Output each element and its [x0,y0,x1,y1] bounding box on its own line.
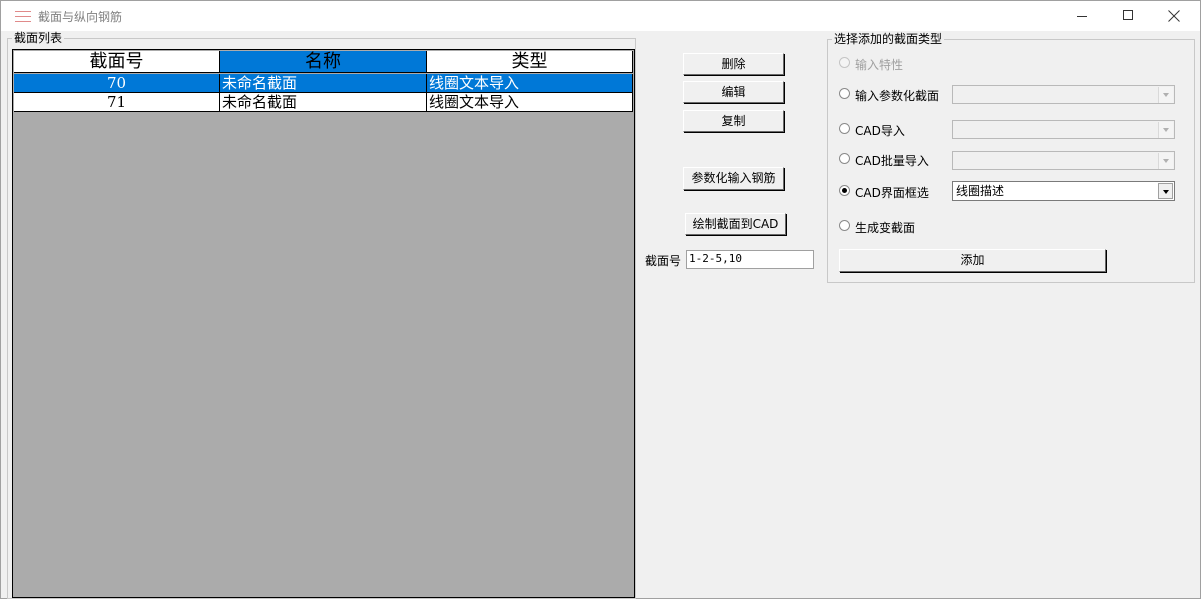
cell-section-type: 线圈文本导入 [427,74,633,93]
cad-import-combo[interactable] [952,120,1175,139]
cad-batch-import-combo[interactable] [952,151,1175,170]
radio-input-properties[interactable] [839,57,850,68]
cell-section-id: 70 [14,74,220,93]
column-header-type[interactable]: 类型 [427,51,633,73]
chevron-down-icon [1158,153,1173,169]
radio-cad-batch-import[interactable] [839,153,850,164]
chevron-down-icon [1158,87,1173,103]
cell-section-name: 未命名截面 [220,93,427,112]
param-section-combo[interactable] [952,85,1175,104]
cell-section-name: 未命名截面 [220,74,427,93]
edit-button[interactable]: 编辑 [683,81,784,103]
option-label-cad-batch-import: CAD批量导入 [855,154,929,168]
maximize-button[interactable] [1105,1,1151,31]
radio-cad-import[interactable] [839,123,850,134]
minimize-icon [1077,16,1087,17]
radio-param-section[interactable] [839,88,850,99]
add-section-legend: 选择添加的截面类型 [832,32,945,46]
maximize-icon [1123,10,1133,20]
section-list-legend: 截面列表 [12,31,65,45]
add-button[interactable]: 添加 [839,249,1106,272]
radio-selected-dot [842,188,847,193]
grid-header: 截面号 名称 类型 [14,51,633,74]
minimize-button[interactable] [1059,1,1105,31]
delete-button[interactable]: 删除 [683,53,784,75]
option-label-param-section: 输入参数化截面 [855,89,940,103]
copy-button[interactable]: 复制 [683,110,784,132]
title-bar: 截面与纵向钢筋 [1,1,1200,31]
option-label-input-properties: 输入特性 [855,58,904,72]
app-icon [15,9,31,23]
column-header-id[interactable]: 截面号 [14,51,220,73]
section-no-label: 截面号 [645,254,682,268]
option-label-cad-import: CAD导入 [855,124,905,138]
close-button[interactable] [1151,1,1197,31]
window-title: 截面与纵向钢筋 [38,10,123,24]
cad-frame-select-combo[interactable]: 线圈描述 [952,181,1175,201]
option-label-cad-frame-select: CAD界面框选 [855,186,929,200]
option-label-variable-section: 生成变截面 [855,221,916,235]
column-header-name[interactable]: 名称 [220,51,427,73]
cell-section-type: 线圈文本导入 [427,93,633,112]
chevron-down-icon [1158,122,1173,138]
radio-cad-frame-select[interactable] [839,185,850,196]
radio-variable-section[interactable] [839,220,850,231]
combo-selected-value: 线圈描述 [956,184,1005,198]
table-row[interactable]: 70 未命名截面 线圈文本导入 [14,74,633,93]
chevron-down-icon [1158,183,1173,199]
close-icon [1168,10,1180,22]
table-row[interactable]: 71 未命名截面 线圈文本导入 [14,93,633,112]
cell-section-id: 71 [14,93,220,112]
param-rebar-button[interactable]: 参数化输入钢筋 [683,167,784,190]
draw-cad-button[interactable]: 绘制截面到CAD [685,213,786,235]
section-grid[interactable]: 截面号 名称 类型 70 未命名截面 线圈文本导入 71 未命名截面 线圈文本导… [12,49,635,598]
dialog-window: 截面与纵向钢筋 截面列表 截面号 名称 类型 70 未命名截面 线圈文本导入 7… [0,0,1201,599]
section-no-input[interactable]: 1-2-5,10 [686,250,814,269]
